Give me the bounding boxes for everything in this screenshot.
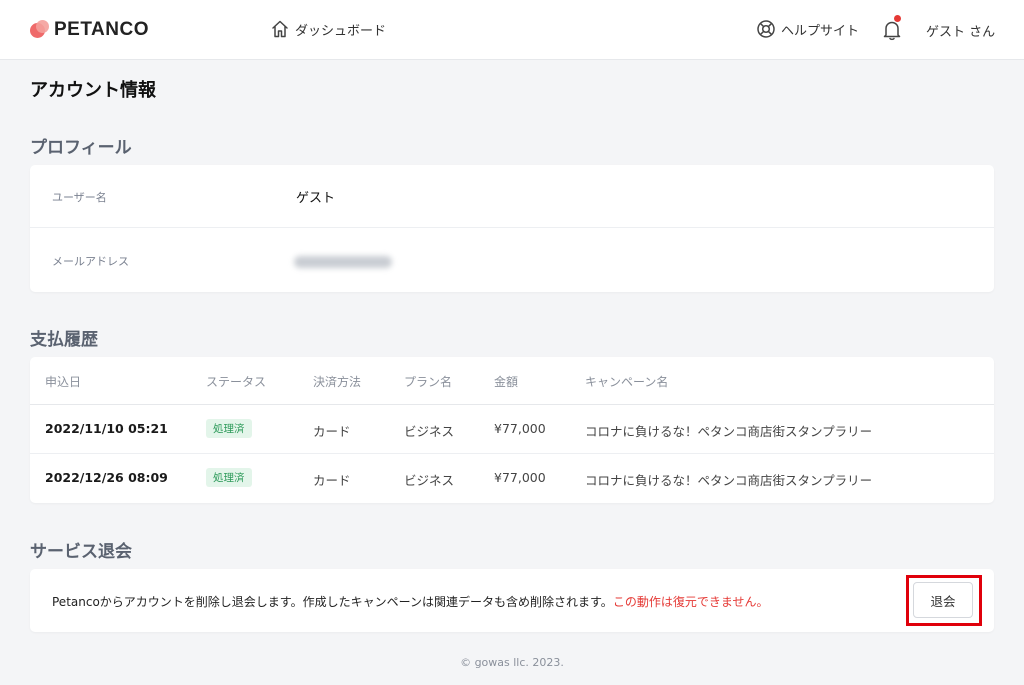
row-campaign: コロナに負けるな！ペタンコ商店街スタンプラリー bbox=[585, 424, 873, 439]
row-plan: ビジネス bbox=[404, 424, 455, 439]
notification-dot bbox=[894, 15, 901, 22]
withdrawal-description-line: Petancoからアカウントを削除し退会します。作成したキャンペーンは関連データ… bbox=[52, 593, 768, 610]
profile-card: ユーザー名 ゲスト メールアドレス bbox=[30, 165, 994, 292]
withdraw-button[interactable]: 退会 bbox=[913, 582, 973, 618]
help-site-link[interactable]: ヘルプサイト bbox=[756, 19, 859, 39]
notification-button[interactable] bbox=[881, 15, 903, 42]
col-header-status: ステータス bbox=[206, 375, 267, 389]
row-date: 2022/12/26 08:09 bbox=[45, 470, 168, 485]
row-amount: ¥77,000 bbox=[494, 470, 546, 485]
row-campaign: コロナに負けるな！ペタンコ商店街スタンプラリー bbox=[585, 473, 873, 488]
withdrawal-warning: この動作は復元できません。 bbox=[612, 595, 769, 609]
col-header-plan: プラン名 bbox=[404, 375, 453, 389]
row-method: カード bbox=[313, 424, 351, 439]
nav-dashboard-link[interactable]: ダッシュボード bbox=[270, 19, 386, 39]
email-value-blurred bbox=[294, 256, 392, 268]
table-header: 申込日 ステータス 決済方法 プラン名 金額 キャンペーン名 bbox=[30, 357, 994, 405]
profile-row-username: ユーザー名 ゲスト bbox=[30, 165, 994, 228]
status-badge: 処理済 bbox=[206, 468, 252, 487]
profile-section-title: プロフィール bbox=[30, 138, 132, 158]
bell-icon bbox=[883, 21, 901, 41]
footer-copyright: © gowas llc. 2023. bbox=[460, 656, 564, 669]
status-badge: 処理済 bbox=[206, 419, 252, 438]
col-header-amount: 金額 bbox=[494, 375, 519, 389]
withdrawal-section-title: サービス退会 bbox=[30, 542, 132, 562]
payment-history-table: 申込日 ステータス 決済方法 プラン名 金額 キャンペーン名 2022/11/1… bbox=[30, 357, 994, 503]
row-plan: ビジネス bbox=[404, 473, 455, 488]
table-row: 2022/11/10 05:21 処理済 カード ビジネス ¥77,000 コロ… bbox=[30, 405, 994, 454]
withdrawal-card: Petancoからアカウントを削除し退会します。作成したキャンペーンは関連データ… bbox=[30, 569, 994, 632]
page-title: アカウント情報 bbox=[30, 80, 156, 101]
payments-section-title: 支払履歴 bbox=[30, 330, 98, 350]
col-header-method: 決済方法 bbox=[313, 375, 362, 389]
col-header-date: 申込日 bbox=[45, 375, 82, 389]
row-amount: ¥77,000 bbox=[494, 421, 546, 436]
petanco-logo[interactable]: PETANCO bbox=[30, 19, 149, 41]
withdrawal-description: Petancoからアカウントを削除し退会します。作成したキャンペーンは関連データ… bbox=[52, 595, 613, 609]
top-header: PETANCO ダッシュボード ヘルプサイト ゲスト さん bbox=[0, 0, 1024, 60]
help-site-label: ヘルプサイト bbox=[781, 23, 860, 39]
table-row: 2022/12/26 08:09 処理済 カード ビジネス ¥77,000 コロ… bbox=[30, 454, 994, 503]
col-header-campaign: キャンペーン名 bbox=[585, 375, 669, 389]
nav-dashboard-label: ダッシュボード bbox=[295, 23, 387, 39]
username-label: ユーザー名 bbox=[52, 191, 107, 204]
email-label: メールアドレス bbox=[52, 255, 129, 268]
lifebuoy-icon bbox=[757, 20, 775, 38]
logo-text: PETANCO bbox=[54, 19, 149, 40]
row-date: 2022/11/10 05:21 bbox=[45, 421, 168, 436]
logo-mark-icon bbox=[30, 20, 50, 40]
home-icon bbox=[272, 20, 288, 38]
profile-row-email: メールアドレス bbox=[30, 229, 994, 292]
row-method: カード bbox=[313, 473, 351, 488]
user-menu[interactable]: ゲスト さん bbox=[926, 21, 995, 40]
username-value: ゲスト bbox=[296, 191, 336, 206]
